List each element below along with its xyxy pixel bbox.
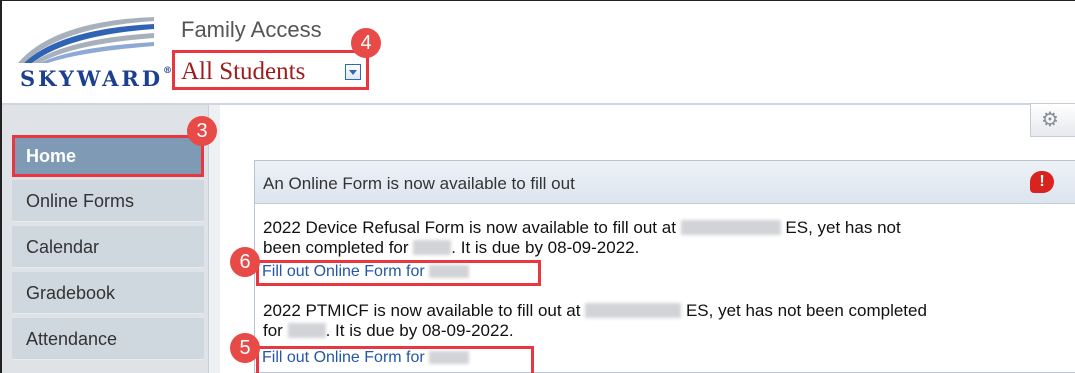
fill-out-form-link-box[interactable]: Fill out Online Form for	[256, 260, 541, 286]
redacted-school-name	[585, 303, 682, 318]
sidebar-item-calendar[interactable]: Calendar	[12, 226, 204, 268]
online-form-notice-panel: An Online Form is now available to fill …	[254, 160, 1075, 373]
message-text: . It is due by 08-09-2022.	[451, 238, 640, 257]
fill-out-form-link[interactable]: Fill out Online Form for	[262, 263, 425, 280]
message-text: . It is due by 08-09-2022.	[325, 321, 514, 340]
fill-out-form-link-box[interactable]: Fill out Online Form for	[256, 346, 534, 373]
message-text: 2022 PTMICF is now available to fill out…	[263, 301, 581, 320]
sidebar: Home Online Forms Calendar Gradebook Att…	[2, 105, 208, 373]
student-selector-label: All Students	[181, 58, 306, 85]
skyward-logo[interactable]: SKYWARD®	[14, 11, 172, 91]
logo-swoosh-icon	[18, 17, 154, 63]
step-badge-5: 5	[230, 333, 260, 363]
sidebar-item-home[interactable]: Home	[12, 135, 204, 177]
sidebar-item-online-forms[interactable]: Online Forms	[12, 180, 204, 222]
message-text: been completed for	[263, 238, 409, 257]
dropdown-arrow-icon[interactable]	[345, 64, 361, 80]
form-notice-message: 2022 PTMICF is now available to fill out…	[263, 301, 927, 341]
message-text: 2022 Device Refusal Form is now availabl…	[263, 218, 676, 237]
logo-wordmark: SKYWARD®	[20, 66, 173, 91]
settings-button[interactable]: ⚙	[1030, 103, 1075, 137]
sidebar-item-gradebook[interactable]: Gradebook	[12, 272, 204, 314]
panel-header: An Online Form is now available to fill …	[255, 161, 1075, 204]
app-title: Family Access	[181, 17, 322, 42]
redacted-student-name	[413, 240, 452, 255]
student-selector[interactable]: All Students	[172, 50, 369, 90]
step-badge-6: 6	[230, 247, 260, 277]
fill-out-form-link[interactable]: Fill out Online Form for	[262, 349, 425, 366]
redacted-student-name	[429, 351, 470, 364]
redacted-student-name	[429, 265, 470, 278]
alert-icon: !	[1030, 171, 1054, 193]
redacted-school-name	[680, 220, 781, 235]
gear-icon: ⚙	[1041, 109, 1059, 131]
form-notice-message: 2022 Device Refusal Form is now availabl…	[263, 218, 901, 258]
message-text: ES, yet has not been completed	[685, 301, 927, 320]
step-badge-3: 3	[187, 116, 217, 146]
step-badge-4: 4	[351, 28, 381, 58]
header: SKYWARD® Family Access All Students	[2, 1, 1075, 103]
panel-title: An Online Form is now available to fill …	[263, 174, 575, 193]
redacted-student-name	[287, 323, 326, 338]
message-text: ES, yet has not	[785, 218, 901, 237]
sidebar-item-attendance[interactable]: Attendance	[12, 318, 204, 360]
sidebar-splitter[interactable]	[208, 105, 220, 373]
message-text: for	[263, 321, 283, 340]
